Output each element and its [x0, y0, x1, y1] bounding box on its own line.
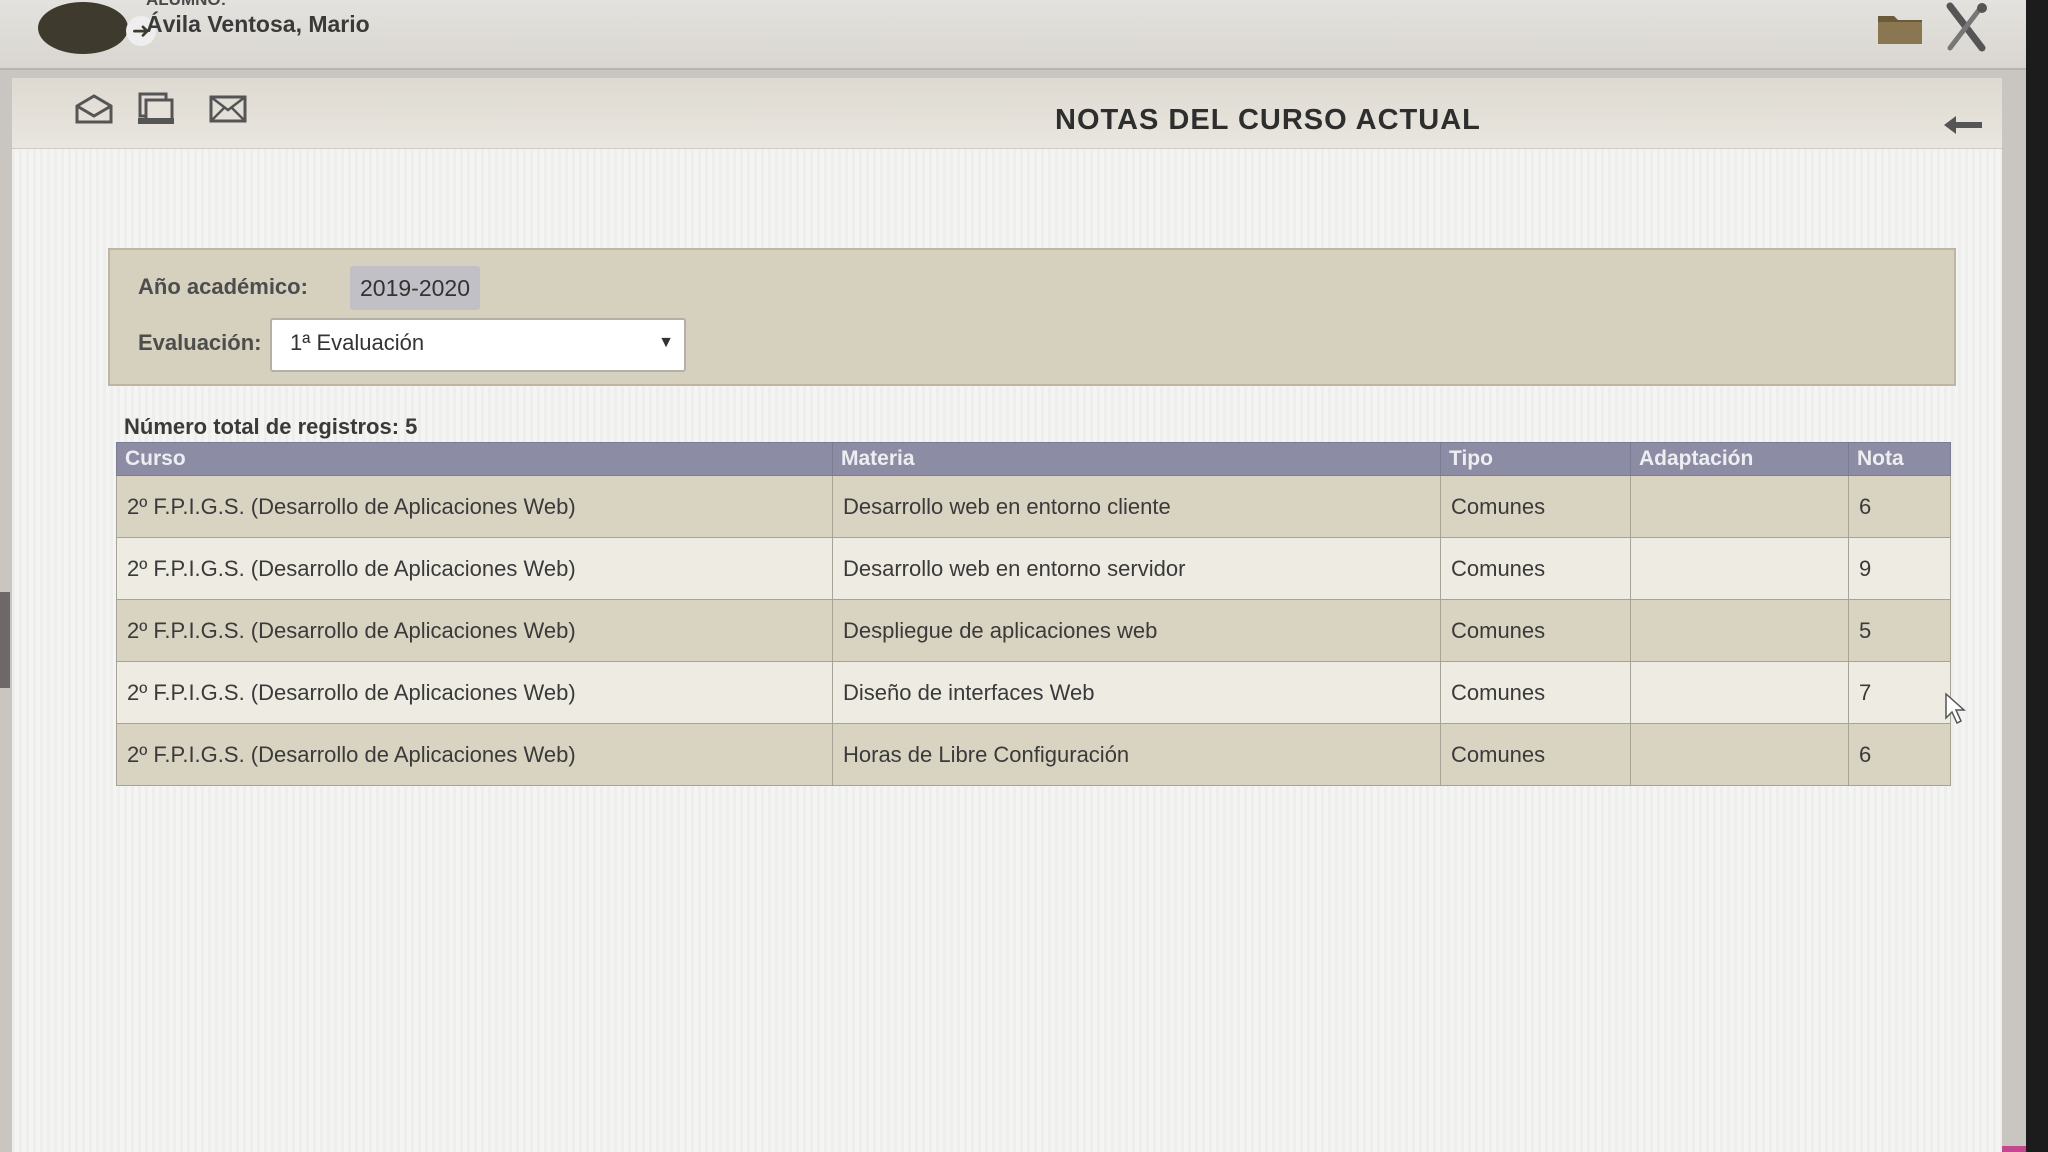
column-header-tipo[interactable]: Tipo [1440, 442, 1631, 476]
main-panel: NOTAS DEL CURSO ACTUAL Año académico: 20… [12, 78, 2002, 1152]
user-name: Ávila Ventosa, Mario [146, 11, 370, 37]
cell-nota: 7 [1848, 661, 1951, 724]
year-value: 2019-2020 [350, 266, 480, 310]
cell-nota: 9 [1848, 537, 1951, 600]
cell-materia: Diseño de interfaces Web [832, 661, 1441, 724]
filter-box: Año académico: 2019-2020 Evaluación: 1ª … [108, 248, 1956, 386]
cell-adaptacion [1630, 475, 1849, 538]
column-header-adaptacion[interactable]: Adaptación [1630, 442, 1849, 476]
cell-adaptacion [1630, 723, 1849, 786]
records-count: Número total de registros: 5 [124, 414, 418, 439]
column-header-curso[interactable]: Curso [116, 442, 833, 476]
evaluation-select-value: 1ª Evaluación [290, 330, 425, 355]
year-label: Año académico: [138, 274, 308, 299]
table-row[interactable]: 2º F.P.I.G.S. (Desarrollo de Aplicacione… [116, 599, 1951, 662]
open-mail-icon[interactable] [74, 92, 114, 126]
cell-nota: 5 [1848, 599, 1951, 662]
user-bar: ➜ ALUMNO: Ávila Ventosa, Mario [0, 0, 2026, 70]
column-header-materia[interactable]: Materia [832, 442, 1441, 476]
cell-materia: Desarrollo web en entorno cliente [832, 475, 1441, 538]
cell-curso: 2º F.P.I.G.S. (Desarrollo de Aplicacione… [116, 723, 833, 786]
cell-nota: 6 [1848, 723, 1951, 786]
cell-tipo: Comunes [1440, 599, 1631, 662]
left-edge-tab[interactable] [0, 592, 10, 688]
cell-tipo: Comunes [1440, 537, 1631, 600]
table-header-row: Curso Materia Tipo Adaptación Nota [116, 442, 1951, 476]
evaluation-label: Evaluación: [138, 330, 262, 355]
cell-materia: Desarrollo web en entorno servidor [832, 537, 1441, 600]
back-arrow-icon[interactable] [1942, 114, 1984, 136]
table-row[interactable]: 2º F.P.I.G.S. (Desarrollo de Aplicacione… [116, 475, 1951, 538]
cell-materia: Despliegue de aplicaciones web [832, 599, 1441, 662]
table-row[interactable]: 2º F.P.I.G.S. (Desarrollo de Aplicacione… [116, 723, 1951, 786]
dropdown-caret-icon: ▼ [658, 334, 674, 351]
cell-curso: 2º F.P.I.G.S. (Desarrollo de Aplicacione… [116, 537, 833, 600]
cell-adaptacion [1630, 537, 1849, 600]
table-row[interactable]: 2º F.P.I.G.S. (Desarrollo de Aplicacione… [116, 537, 1951, 600]
cell-tipo: Comunes [1440, 723, 1631, 786]
table-row[interactable]: 2º F.P.I.G.S. (Desarrollo de Aplicacione… [116, 661, 1951, 724]
screen-bezel [2026, 0, 2048, 1152]
mouse-cursor-icon [1945, 692, 1966, 725]
cell-adaptacion [1630, 599, 1849, 662]
cell-materia: Horas de Libre Configuración [832, 723, 1441, 786]
grades-table: Curso Materia Tipo Adaptación Nota 2º F.… [116, 442, 1951, 786]
column-header-nota[interactable]: Nota [1848, 442, 1951, 476]
tools-icon[interactable] [1942, 2, 1990, 54]
logout-button[interactable]: ➜ [38, 2, 156, 54]
cell-nota: 6 [1848, 475, 1951, 538]
cell-adaptacion [1630, 661, 1849, 724]
print-icon[interactable] [136, 92, 176, 126]
cell-tipo: Comunes [1440, 661, 1631, 724]
cell-tipo: Comunes [1440, 475, 1631, 538]
mail-icon[interactable] [208, 92, 248, 126]
evaluation-select[interactable]: 1ª Evaluación ▼ [270, 318, 686, 372]
user-label: ALUMNO: [146, 0, 226, 10]
page-header: NOTAS DEL CURSO ACTUAL [12, 78, 2002, 149]
cell-curso: 2º F.P.I.G.S. (Desarrollo de Aplicacione… [116, 661, 833, 724]
cell-curso: 2º F.P.I.G.S. (Desarrollo de Aplicacione… [116, 475, 833, 538]
cell-curso: 2º F.P.I.G.S. (Desarrollo de Aplicacione… [116, 599, 833, 662]
folder-icon[interactable] [1876, 10, 1924, 46]
page-title: NOTAS DEL CURSO ACTUAL [1055, 104, 1481, 136]
